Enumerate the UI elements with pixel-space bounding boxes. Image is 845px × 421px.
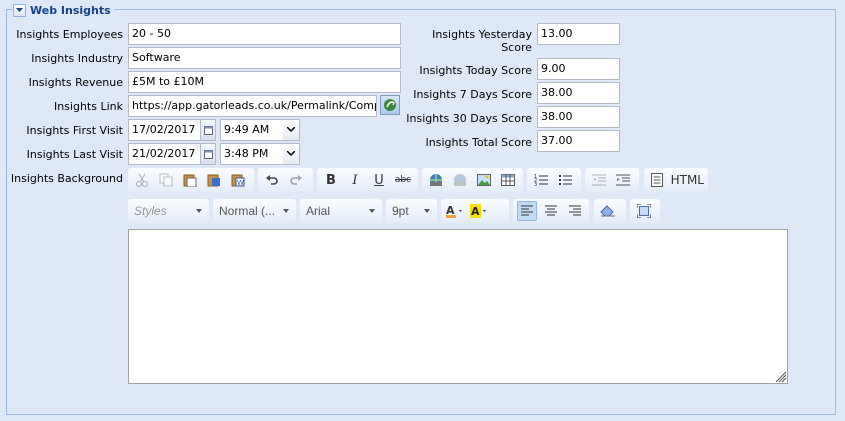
total-score-field[interactable]: 37.00	[537, 130, 620, 152]
eraser-icon[interactable]	[598, 201, 618, 221]
last-visit-date-field[interactable]: 21/02/2017	[128, 143, 216, 165]
background-editor-area[interactable]	[128, 229, 788, 384]
font-combo-value: Arial	[306, 204, 331, 218]
format-combo-value: Normal (...	[219, 204, 276, 218]
redo-icon[interactable]	[286, 170, 306, 190]
list-toolbar: 123	[527, 168, 581, 192]
strikethrough-button[interactable]: abc	[393, 170, 413, 190]
align-left-icon[interactable]	[517, 201, 537, 221]
html-source-button[interactable]: HTML	[671, 173, 704, 187]
outdent-icon[interactable]	[589, 170, 609, 190]
calendar-icon[interactable]	[200, 144, 215, 164]
industry-field[interactable]: Software	[128, 47, 401, 69]
link-field[interactable]: https://app.gatorleads.co.uk/Permalink/C…	[128, 95, 377, 117]
today-score-label: Insights Today Score	[419, 64, 532, 77]
basic-style-toolbar: B I U abc	[317, 168, 418, 192]
section-title: Web Insights	[30, 3, 111, 17]
paste-word-icon[interactable]: W	[228, 170, 248, 190]
thirty-days-score-label: Insights 30 Days Score	[406, 112, 532, 125]
image-icon[interactable]	[474, 170, 494, 190]
font-size-combo[interactable]: 9pt	[386, 199, 437, 223]
styles-combo[interactable]: Styles	[128, 199, 209, 223]
seven-days-score-label: Insights 7 Days Score	[413, 88, 532, 101]
employees-label: Insights Employees	[16, 28, 123, 41]
fieldset-legend: Web Insights	[12, 2, 114, 18]
yesterday-score-field[interactable]: 13.00	[537, 23, 620, 45]
indent-toolbar	[585, 168, 639, 192]
ordered-list-icon[interactable]: 123	[531, 170, 551, 190]
first-visit-time-value: 9:49 AM	[224, 123, 270, 136]
svg-text:W: W	[237, 179, 244, 187]
first-visit-label: Insights First Visit	[26, 124, 123, 137]
background-color-icon[interactable]: A	[469, 201, 489, 221]
align-toolbar	[513, 199, 589, 223]
today-score-field[interactable]: 9.00	[537, 58, 620, 80]
link-label: Insights Link	[53, 100, 123, 113]
source-icon[interactable]	[648, 170, 667, 190]
link-insert-icon[interactable]	[426, 170, 446, 190]
industry-label: Insights Industry	[31, 52, 123, 65]
yesterday-label-line1: Insights Yesterday	[432, 28, 532, 41]
svg-text:A: A	[471, 205, 480, 218]
styles-combo-value: Styles	[134, 204, 167, 218]
collapse-button[interactable]	[13, 3, 26, 17]
first-visit-date-field[interactable]: 17/02/2017	[128, 119, 216, 141]
last-visit-label: Insights Last Visit	[26, 148, 123, 161]
clipboard-toolbar: W	[128, 168, 254, 192]
calendar-icon[interactable]	[200, 120, 215, 140]
link-icon	[384, 99, 396, 111]
maximize-toolbar	[630, 199, 660, 223]
first-visit-date-value: 17/02/2017	[132, 123, 196, 136]
undo-icon[interactable]	[262, 170, 282, 190]
color-toolbar: A A	[441, 199, 509, 223]
revenue-label: Insights Revenue	[28, 76, 123, 89]
align-center-icon[interactable]	[541, 201, 561, 221]
editor-content[interactable]	[129, 230, 787, 238]
thirty-days-score-field[interactable]: 38.00	[537, 106, 620, 128]
yesterday-score-label: Insights Yesterday Score	[400, 28, 532, 54]
underline-button[interactable]: U	[369, 170, 389, 190]
copy-icon[interactable]	[156, 170, 176, 190]
chevron-down-icon[interactable]	[283, 120, 299, 140]
open-link-button[interactable]	[380, 95, 400, 115]
svg-text:3: 3	[534, 182, 537, 187]
last-visit-time-field[interactable]: 3:48 PM	[220, 143, 300, 165]
yesterday-label-line2: Score	[501, 41, 532, 54]
background-label: Insights Background	[10, 172, 123, 185]
font-combo[interactable]: Arial	[300, 199, 382, 223]
paste-text-icon[interactable]	[204, 170, 224, 190]
chevron-down-icon	[16, 7, 23, 12]
revenue-field[interactable]: £5M to £10M	[128, 71, 401, 93]
italic-button[interactable]: I	[345, 170, 365, 190]
cut-icon[interactable]	[132, 170, 152, 190]
paste-icon[interactable]	[180, 170, 200, 190]
bold-button[interactable]: B	[321, 170, 341, 190]
table-icon[interactable]	[498, 170, 518, 190]
history-toolbar	[258, 168, 313, 192]
resize-grip-icon[interactable]	[773, 369, 787, 383]
format-combo[interactable]: Normal (...	[213, 199, 296, 223]
text-color-icon[interactable]: A	[445, 201, 465, 221]
bullet-list-icon[interactable]	[555, 170, 575, 190]
indent-icon[interactable]	[613, 170, 633, 190]
chevron-down-icon[interactable]	[283, 144, 299, 164]
employees-field[interactable]: 20 - 50	[128, 23, 401, 45]
last-visit-time-value: 3:48 PM	[224, 147, 269, 160]
seven-days-score-field[interactable]: 38.00	[537, 82, 620, 104]
last-visit-date-value: 21/02/2017	[132, 147, 196, 160]
align-right-icon[interactable]	[565, 201, 585, 221]
clear-format-toolbar	[594, 199, 626, 223]
font-size-combo-value: 9pt	[392, 204, 409, 218]
maximize-icon[interactable]	[634, 201, 654, 221]
insert-toolbar	[422, 168, 523, 192]
source-toolbar: HTML	[644, 168, 708, 192]
unlink-icon[interactable]	[450, 170, 470, 190]
first-visit-time-field[interactable]: 9:49 AM	[220, 119, 300, 141]
total-score-label: Insights Total Score	[425, 136, 533, 149]
